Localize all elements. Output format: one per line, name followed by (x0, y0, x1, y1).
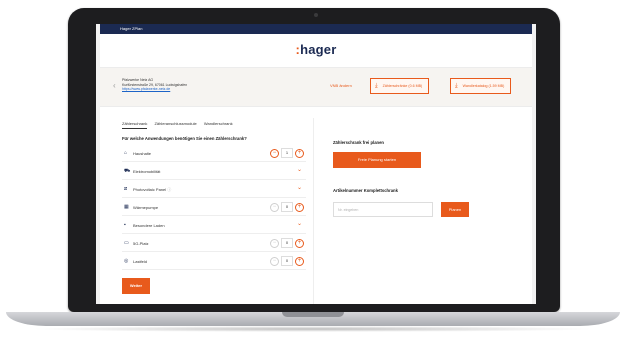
quantity-value[interactable]: 0 (281, 238, 293, 248)
decrement-button[interactable]: − (270, 256, 279, 266)
app-title: Hager ZPlan (120, 26, 143, 31)
heat-pump-icon: ▦ (124, 204, 129, 210)
decrement-button[interactable]: − (270, 238, 279, 248)
solar-panel-icon: ⧄ (124, 186, 128, 192)
shop-icon: ▪ (124, 222, 126, 228)
company-website-link[interactable]: https://www.pfalzwerke-netz.de (122, 87, 187, 92)
increment-button[interactable]: + (295, 256, 304, 266)
change-operator-link[interactable]: VNB ändern (330, 83, 352, 88)
households-stepper: −1 + (270, 148, 304, 158)
laptop-notch (282, 312, 344, 317)
download-icon: ⤓ (375, 83, 378, 90)
chevron-down-icon[interactable]: ⌄ (297, 220, 302, 227)
download-transformer-catalog-label: Wandlerkatalog (1.59 MB) (462, 84, 505, 88)
list-item-emobility[interactable]: ⛟ Elektromobilität ⌄ (122, 162, 306, 180)
list-item-5g: ▭ 5G-Platz −0 + (122, 234, 306, 252)
list-item-special[interactable]: ▪ Besondere Laden ⌄ (122, 216, 306, 234)
download-meter-cabinets-button[interactable]: ⤓ Zählerschränke (0.6 MB) (370, 78, 430, 94)
photovoltaic-label: Photovoltaic Panel (133, 186, 167, 192)
increment-button[interactable]: + (295, 148, 304, 158)
cabinet-type-tabs: Zählerschrank Zähleranschlussmodule Wand… (122, 121, 239, 129)
tab-transformer-cabinet[interactable]: Wandlerschrank (204, 121, 233, 128)
download-transformer-catalog-button[interactable]: ⤓ Wandlerkatalog (1.59 MB) (450, 78, 512, 94)
download-meter-cabinets-label: Zählerschränke (0.6 MB) (382, 84, 423, 88)
load-field-stepper: −0 + (270, 256, 304, 266)
quantity-value[interactable]: 1 (281, 148, 293, 158)
hager-logo[interactable]: :hager (100, 42, 532, 57)
chevron-down-icon[interactable]: ⌄ (297, 166, 302, 173)
plan-submit-button[interactable]: Planen (441, 202, 469, 217)
next-button[interactable]: Weiter (122, 278, 150, 294)
decrement-button[interactable]: − (270, 202, 279, 212)
web-page: Hager ZPlan :hager ‹ Pfalzwerke Netz AG … (100, 24, 532, 304)
list-item-label: Besondere Laden (133, 222, 165, 228)
laptop-shadow (30, 326, 596, 332)
list-item-label: Lastfeld (133, 258, 148, 264)
free-planning-title: Zählerschrank frei planen (333, 140, 384, 145)
list-item-label: 5G-Platz (133, 240, 149, 246)
laptop-screen: Hager ZPlan :hager ‹ Pfalzwerke Netz AG … (96, 24, 536, 304)
back-chevron-icon[interactable]: ‹ (113, 81, 116, 90)
increment-button[interactable]: + (295, 238, 304, 248)
download-icon: ⤓ (455, 83, 458, 90)
application-question: Für welche Anwendungen benötigen Sie ein… (122, 136, 247, 141)
camera-dot (314, 13, 318, 17)
application-list: ⌂ Haushalte −1 + ⛟ Elektromobilität ⌄ ⧄ P… (122, 144, 306, 270)
decrement-button[interactable]: − (270, 148, 279, 158)
tab-meter-cabinet[interactable]: Zählerschrank (122, 121, 148, 129)
increment-button[interactable]: + (295, 202, 304, 212)
parking-icon: ▭ (124, 240, 129, 246)
heat-pump-stepper: −0 + (270, 202, 304, 212)
quantity-value[interactable]: 0 (281, 202, 293, 212)
info-icon[interactable]: ⓘ (167, 187, 171, 192)
list-item-households: ⌂ Haushalte −1 + (122, 144, 306, 162)
tab-meter-connection-modules[interactable]: Zähleranschlussmodule (154, 121, 196, 128)
article-number-input[interactable]: Nr. eingeben (333, 202, 433, 217)
charger-icon: ◎ (124, 258, 129, 264)
company-info-bar: ‹ Pfalzwerke Netz AG Kurfürstenstraße 29… (100, 67, 532, 107)
column-divider (313, 118, 314, 304)
app-top-bar: Hager ZPlan (100, 24, 532, 34)
logo-text: hager (300, 42, 337, 57)
article-number-title: Artikelnummer Komplettschrank (333, 188, 398, 193)
house-icon: ⌂ (124, 150, 128, 156)
car-icon: ⛟ (124, 168, 131, 174)
list-item-label: Photovoltaic Panel ⓘ (133, 187, 171, 193)
5g-stepper: −0 + (270, 238, 304, 248)
quantity-value[interactable]: 0 (281, 256, 293, 266)
list-item-label: Haushalte (133, 150, 152, 156)
start-free-planning-button[interactable]: Freie Planung starten (333, 152, 421, 168)
list-item-label: Wärmepumpe (133, 204, 159, 210)
list-item-heat-pump: ▦ Wärmepumpe −0 + (122, 198, 306, 216)
list-item-photovoltaic[interactable]: ⧄ Photovoltaic Panel ⓘ ⌄ (122, 180, 306, 198)
chevron-down-icon[interactable]: ⌄ (297, 184, 302, 191)
company-details: Pfalzwerke Netz AG Kurfürstenstraße 29, … (122, 78, 187, 92)
list-item-label: Elektromobilität (133, 168, 161, 174)
list-item-load-field: ◎ Lastfeld −0 + (122, 252, 306, 270)
